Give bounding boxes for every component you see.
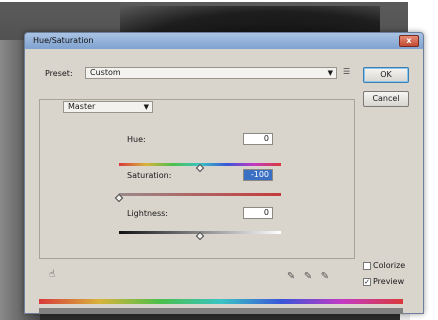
menu-list-icon[interactable]: ☰ (343, 67, 350, 76)
preset-label: Preset: (45, 69, 73, 78)
eyedropper-minus-icon[interactable]: ✎ (321, 271, 335, 282)
colorize-label: Colorize (373, 261, 406, 270)
chevron-down-icon: ▼ (143, 103, 149, 111)
hue-input[interactable]: 0 (243, 133, 273, 145)
saturation-input[interactable]: -100 (243, 169, 273, 181)
preview-box[interactable]: ✓ (363, 277, 371, 286)
hue-label: Hue: (127, 135, 146, 144)
titlebar: Hue/Saturation x (25, 33, 423, 49)
chevron-down-icon: ▼ (327, 69, 333, 77)
hue-saturation-dialog: Hue/Saturation x Preset: Custom ▼ ☰ OK C… (24, 32, 424, 314)
eyedropper-group: ✎ ✎ ✎ (287, 271, 335, 282)
colorize-box[interactable] (363, 261, 371, 270)
preset-select[interactable]: Custom ▼ (85, 67, 337, 79)
preview-checkbox[interactable]: ✓ Preview (363, 277, 404, 286)
dialog-title: Hue/Saturation (33, 36, 94, 45)
saturation-slider-track[interactable] (119, 193, 281, 196)
hand-adjust-icon[interactable]: ☝ (49, 269, 55, 280)
colorize-checkbox[interactable]: Colorize (363, 261, 405, 270)
lightness-label: Lightness: (127, 209, 168, 218)
input-color-spectrum (39, 299, 403, 304)
ok-button[interactable]: OK (363, 67, 409, 83)
preview-label: Preview (373, 277, 405, 286)
close-button[interactable]: x (399, 35, 419, 47)
edit-channel-select[interactable]: Master ▼ (63, 101, 153, 113)
preset-value: Custom (90, 68, 121, 77)
cancel-button[interactable]: Cancel (363, 91, 409, 107)
edit-channel-value: Master (68, 102, 96, 111)
eyedropper-plus-icon[interactable]: ✎ (304, 271, 318, 282)
eyedropper-icon[interactable]: ✎ (287, 271, 301, 282)
saturation-label: Saturation: (127, 171, 172, 180)
dialog-body: Preset: Custom ▼ ☰ OK Cancel Master ▼ Hu… (25, 49, 423, 315)
output-color-spectrum (39, 308, 403, 314)
lightness-input[interactable]: 0 (243, 207, 273, 219)
